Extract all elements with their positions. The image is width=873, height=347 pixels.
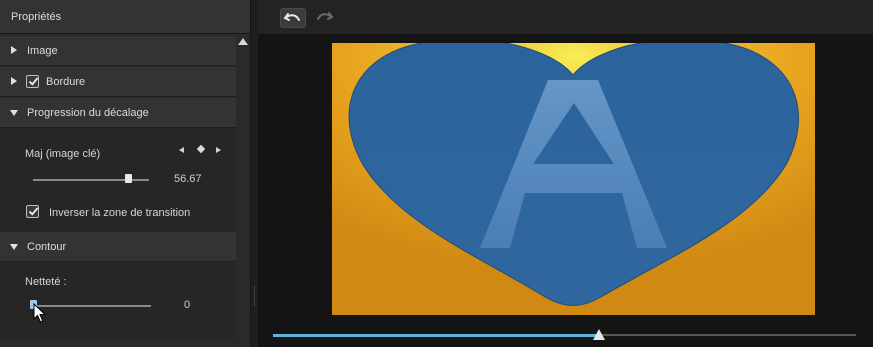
scroll-up-arrow-icon[interactable]: [238, 38, 248, 45]
nettete-slider-track[interactable]: [33, 305, 151, 307]
section-progression-label: Progression du décalage: [27, 107, 149, 119]
section-image[interactable]: Image: [0, 36, 236, 66]
redo-icon: [317, 12, 334, 20]
section-bordure[interactable]: Bordure: [0, 67, 236, 97]
nettete-value[interactable]: 0: [184, 299, 190, 311]
undo-icon: [283, 13, 300, 21]
panel-splitter[interactable]: [251, 0, 258, 347]
progression-content: Maj (image clé) 56.67 Inverser la zone d…: [0, 129, 236, 231]
splitter-grip[interactable]: [254, 287, 256, 305]
preview-image: [332, 43, 815, 315]
maj-slider-thumb[interactable]: [125, 174, 133, 183]
undo-button[interactable]: [280, 8, 306, 28]
mouse-cursor-icon: [33, 303, 47, 323]
checkmark-icon: [28, 207, 39, 216]
prev-keyframe-icon[interactable]: [179, 147, 184, 153]
section-contour-label: Contour: [27, 241, 67, 253]
expand-arrow-icon[interactable]: [11, 46, 17, 54]
timeline-track[interactable]: [599, 334, 856, 336]
inverser-label: Inverser la zone de transition: [49, 207, 191, 219]
timeline-progress[interactable]: [273, 334, 599, 337]
panel-title: Propriétés: [0, 0, 250, 34]
redo-button[interactable]: [313, 8, 339, 28]
section-bordure-label: Bordure: [46, 76, 86, 88]
bordure-checkbox[interactable]: [26, 75, 39, 88]
section-progression[interactable]: Progression du décalage: [0, 98, 236, 128]
next-keyframe-icon[interactable]: [216, 147, 221, 153]
maj-label: Maj (image clé): [25, 148, 101, 160]
contour-content: Netteté : 0: [0, 263, 236, 338]
section-contour[interactable]: Contour: [0, 232, 236, 262]
video-preview[interactable]: [332, 43, 815, 315]
collapse-arrow-icon[interactable]: [10, 244, 18, 250]
panel-scrollbar[interactable]: [236, 36, 250, 347]
section-image-label: Image: [27, 45, 58, 57]
maj-value[interactable]: 56.67: [174, 173, 202, 185]
preview-toolbar: [258, 0, 873, 34]
nettete-label: Netteté :: [25, 276, 67, 288]
collapse-arrow-icon[interactable]: [10, 110, 18, 116]
checkmark-icon: [28, 77, 39, 86]
properties-panel: Propriétés Image Bordure Progression du …: [0, 0, 251, 347]
timeline-thumb[interactable]: [593, 329, 605, 340]
expand-arrow-icon[interactable]: [11, 77, 17, 85]
inverser-checkbox[interactable]: [26, 205, 39, 218]
keyframe-diamond-icon[interactable]: [196, 144, 206, 154]
